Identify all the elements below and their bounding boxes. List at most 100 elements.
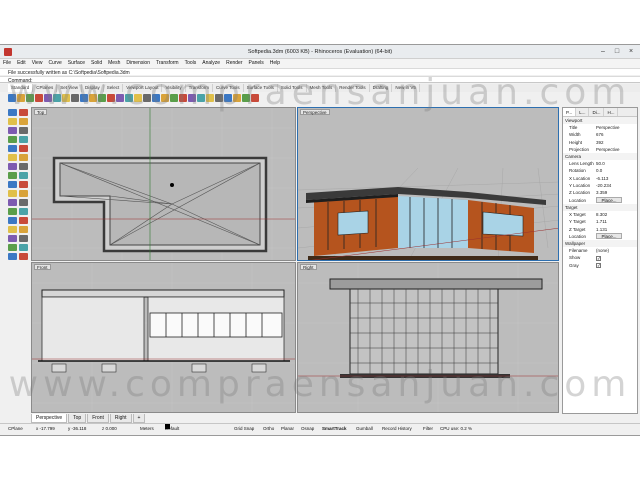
tab-drafting[interactable]: Drafting bbox=[370, 84, 393, 92]
target-place-button[interactable]: Place... bbox=[596, 233, 622, 240]
viewport-front[interactable]: Front bbox=[31, 262, 296, 413]
toggle-planar[interactable]: Planar bbox=[281, 424, 294, 433]
tab-transform[interactable]: Transform bbox=[186, 84, 213, 92]
menu-help[interactable]: Help bbox=[267, 59, 283, 68]
zoom-selected-icon[interactable] bbox=[143, 94, 151, 102]
gray-checkbox[interactable]: ✓ bbox=[596, 262, 601, 268]
prop-value[interactable]: 50.0 bbox=[596, 160, 634, 167]
undo-icon[interactable] bbox=[80, 94, 88, 102]
analyze-icon[interactable] bbox=[8, 253, 17, 260]
dimension-icon[interactable] bbox=[19, 190, 28, 197]
pan-icon[interactable] bbox=[98, 94, 106, 102]
layers-icon[interactable] bbox=[179, 94, 187, 102]
curve-icon[interactable] bbox=[8, 127, 17, 134]
toggle-osnap[interactable]: Osnap bbox=[301, 424, 314, 433]
zoom-extents-icon[interactable] bbox=[134, 94, 142, 102]
select-icon[interactable] bbox=[8, 109, 17, 116]
menu-tools[interactable]: Tools bbox=[182, 59, 200, 68]
tab-surface-tools[interactable]: Surface Tools bbox=[244, 84, 278, 92]
vtab-right[interactable]: Right bbox=[109, 414, 132, 423]
menu-mesh[interactable]: Mesh bbox=[105, 59, 123, 68]
vtab-front[interactable]: Front bbox=[87, 414, 109, 423]
cylinder-icon[interactable] bbox=[8, 181, 17, 188]
lights-icon[interactable] bbox=[215, 94, 223, 102]
viewport-label-top[interactable]: Top bbox=[34, 109, 48, 115]
trim-icon[interactable] bbox=[8, 235, 17, 242]
tab-curve-tools[interactable]: Curve Tools bbox=[213, 84, 244, 92]
prop-value[interactable]: 1.131 bbox=[596, 226, 634, 233]
join-icon[interactable] bbox=[19, 235, 28, 242]
rotate-view-icon[interactable] bbox=[107, 94, 115, 102]
zoom-window-icon[interactable] bbox=[125, 94, 133, 102]
four-viewports-icon[interactable] bbox=[161, 94, 169, 102]
toggle-gumball[interactable]: Gumball bbox=[356, 424, 373, 433]
toggle-record-history[interactable]: Record History bbox=[382, 424, 412, 433]
rectangle-icon[interactable] bbox=[8, 145, 17, 152]
viewport-perspective[interactable]: Perspective bbox=[297, 107, 559, 261]
menu-view[interactable]: View bbox=[29, 59, 46, 68]
import-icon[interactable] bbox=[44, 94, 52, 102]
menu-panels[interactable]: Panels bbox=[246, 59, 267, 68]
tab-viewport-layout[interactable]: Viewport Layout bbox=[123, 84, 163, 92]
redo-icon[interactable] bbox=[89, 94, 97, 102]
mirror-icon[interactable] bbox=[19, 217, 28, 224]
tab-help[interactable]: H... bbox=[604, 108, 619, 116]
tab-new-in-v5[interactable]: New in V5 bbox=[392, 84, 420, 92]
prop-value[interactable]: -20.234 bbox=[596, 182, 634, 189]
tab-cplanes[interactable]: CPlanes bbox=[33, 84, 58, 92]
set-view-icon[interactable] bbox=[152, 94, 160, 102]
explode-icon[interactable] bbox=[8, 244, 17, 251]
help-icon[interactable] bbox=[251, 94, 259, 102]
fillet-icon[interactable] bbox=[8, 154, 17, 161]
prop-value[interactable]: Perspective bbox=[596, 124, 634, 131]
prop-value[interactable]: Perspective bbox=[596, 146, 634, 153]
polygon-icon[interactable] bbox=[19, 145, 28, 152]
render-icon[interactable] bbox=[19, 253, 28, 260]
add-viewport-tab-button[interactable]: + bbox=[132, 414, 146, 423]
cut-icon[interactable] bbox=[53, 94, 61, 102]
move-icon[interactable] bbox=[19, 199, 28, 206]
tab-display[interactable]: Display bbox=[82, 84, 104, 92]
viewport-top[interactable]: Top bbox=[31, 107, 296, 261]
paste-icon[interactable] bbox=[71, 94, 79, 102]
close-button[interactable]: × bbox=[624, 47, 638, 56]
prop-value[interactable]: (none) bbox=[596, 247, 634, 254]
materials-icon[interactable] bbox=[206, 94, 214, 102]
mesh-icon[interactable] bbox=[8, 190, 17, 197]
split-icon[interactable] bbox=[19, 226, 28, 233]
viewport-right[interactable]: Right bbox=[297, 262, 559, 413]
tab-properties[interactable]: P... bbox=[563, 108, 577, 116]
prop-value[interactable]: 0.0 bbox=[596, 167, 634, 174]
menu-curve[interactable]: Curve bbox=[45, 59, 64, 68]
menu-file[interactable]: File bbox=[0, 59, 14, 68]
scale-icon[interactable] bbox=[8, 217, 17, 224]
show-checkbox[interactable]: ✓ bbox=[596, 255, 601, 261]
prop-value[interactable]: -6.113 bbox=[596, 175, 634, 182]
box-icon[interactable] bbox=[19, 172, 28, 179]
menu-surface[interactable]: Surface bbox=[65, 59, 88, 68]
minimize-button[interactable]: – bbox=[596, 47, 610, 56]
copy-icon[interactable] bbox=[8, 208, 17, 215]
save-icon[interactable] bbox=[26, 94, 34, 102]
circle-icon[interactable] bbox=[8, 136, 17, 143]
tab-mesh-tools[interactable]: Mesh Tools bbox=[307, 84, 337, 92]
menu-analyze[interactable]: Analyze bbox=[199, 59, 223, 68]
tab-select[interactable]: Select bbox=[104, 84, 124, 92]
menu-solid[interactable]: Solid bbox=[88, 59, 105, 68]
viewport-label-front[interactable]: Front bbox=[34, 264, 51, 270]
viewport-label-right[interactable]: Right bbox=[300, 264, 317, 270]
boolean-icon[interactable] bbox=[19, 181, 28, 188]
tab-display[interactable]: Di... bbox=[589, 108, 605, 116]
polyline-icon[interactable] bbox=[19, 118, 28, 125]
vtab-top[interactable]: Top bbox=[68, 414, 87, 423]
osnap-icon[interactable] bbox=[224, 94, 232, 102]
open-icon[interactable] bbox=[17, 94, 25, 102]
menu-render[interactable]: Render bbox=[223, 59, 245, 68]
group-icon[interactable] bbox=[19, 244, 28, 251]
cplane-icon[interactable] bbox=[170, 94, 178, 102]
extrude-icon[interactable] bbox=[19, 163, 28, 170]
vtab-perspective[interactable]: Perspective bbox=[31, 414, 68, 423]
tab-layers[interactable]: L... bbox=[576, 108, 590, 116]
toggle-smarttrack[interactable]: SmartTrack bbox=[322, 424, 347, 433]
tab-standard[interactable]: Standard bbox=[8, 84, 34, 92]
